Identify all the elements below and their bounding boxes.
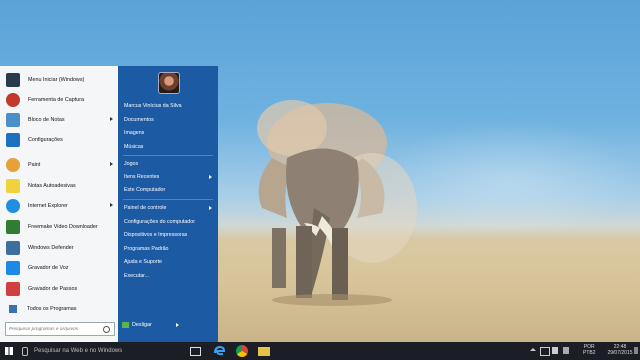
menu-this-computer[interactable]: Este Computador (124, 187, 165, 193)
chevron-right-icon[interactable] (110, 117, 113, 121)
menu-help-support[interactable]: Ajuda e Suporte (124, 259, 162, 265)
divider (123, 199, 213, 200)
search-icon[interactable] (103, 325, 110, 333)
chevron-right-icon[interactable] (110, 162, 113, 166)
elephant-image (257, 100, 417, 306)
shutdown-button[interactable]: Desligar (122, 322, 179, 328)
divider (123, 155, 213, 156)
menu-devices-printers[interactable]: Dispositivos e Impressoras (124, 232, 187, 238)
internet-explorer-icon (6, 199, 20, 213)
menu-item-paint[interactable]: Paint (0, 155, 118, 175)
menu-user-name[interactable]: Marcus Vinícius da Silva (124, 103, 182, 109)
menu-item-steps-recorder[interactable]: Gravador de Passos (0, 279, 118, 299)
menu-item-settings[interactable]: Configurações (0, 130, 118, 150)
microphone-icon (22, 346, 28, 356)
chevron-right-icon[interactable] (110, 203, 113, 207)
sticky-notes-icon (6, 179, 20, 193)
paint-icon (6, 158, 20, 172)
all-programs-icon (9, 305, 17, 313)
power-icon (122, 322, 129, 328)
windows-defender-icon (6, 241, 20, 255)
menu-item-start-windows[interactable]: Menu Iniciar (Windows) (0, 70, 118, 90)
language-indicator[interactable]: POR PTB2 (583, 344, 596, 356)
menu-control-panel[interactable]: Painel de controle (124, 205, 166, 211)
user-avatar[interactable] (158, 72, 180, 94)
menu-item-internet-explorer[interactable]: Internet Explorer (0, 196, 118, 216)
windows-start-icon[interactable] (5, 347, 13, 355)
file-explorer-icon[interactable] (258, 347, 270, 356)
taskbar: Pesquisar na Web e no Windows POR PTB2 2… (0, 342, 640, 360)
chevron-right-icon[interactable] (209, 206, 212, 210)
menu-item-sticky-notes[interactable]: Notas Autoadesivas (0, 176, 118, 196)
snipping-tool-icon (6, 93, 20, 107)
start-menu-programs-column: Menu Iniciar (Windows) Ferramenta de Cap… (0, 66, 118, 342)
notification-flag-icon[interactable] (563, 347, 569, 354)
menu-item-snipping-tool[interactable]: Ferramenta de Captura (0, 90, 118, 110)
freemake-icon (6, 220, 20, 234)
menu-item-notepad[interactable]: Bloco de Notas (0, 110, 118, 130)
action-center-icon[interactable] (634, 347, 638, 354)
start-windows-icon (6, 73, 20, 87)
menu-run[interactable]: Executar... (124, 273, 149, 279)
menu-documents[interactable]: Documentos (124, 117, 154, 123)
voice-recorder-icon (6, 261, 20, 275)
menu-pc-settings[interactable]: Configurações do computador (124, 219, 195, 225)
menu-recent-items[interactable]: Itens Recentes (124, 174, 159, 180)
menu-item-voice-recorder[interactable]: Gravador de Voz (0, 258, 118, 278)
settings-gear-icon (6, 133, 20, 147)
notepad-icon (6, 113, 20, 127)
menu-item-windows-defender[interactable]: Windows Defender (0, 238, 118, 258)
chrome-icon[interactable] (236, 345, 248, 357)
steps-recorder-icon (6, 282, 20, 296)
start-menu-places-column: Marcus Vinícius da Silva Documentos Imag… (118, 66, 218, 342)
search-programs-box[interactable] (5, 322, 115, 336)
edge-browser-icon[interactable] (213, 345, 226, 357)
menu-games[interactable]: Jogos (124, 161, 138, 167)
all-programs-button[interactable]: Todos os Programas (0, 302, 118, 316)
chevron-right-icon[interactable] (175, 323, 179, 327)
menu-images[interactable]: Imagens (124, 130, 144, 136)
task-view-icon[interactable] (190, 347, 201, 356)
taskbar-search-box[interactable]: Pesquisar na Web e no Windows (18, 342, 186, 360)
menu-default-programs[interactable]: Programas Padrão (124, 246, 168, 252)
menu-item-freemake[interactable]: Freemake Video Downloader (0, 217, 118, 237)
search-programs-input[interactable] (6, 324, 103, 334)
chevron-up-icon[interactable] (530, 348, 536, 351)
chevron-right-icon[interactable] (209, 175, 212, 179)
menu-music[interactable]: Músicas (124, 144, 143, 150)
clock[interactable]: 22:48 29/07/2015 (606, 344, 634, 356)
volume-icon[interactable] (552, 347, 558, 354)
network-icon[interactable] (540, 347, 550, 356)
start-menu: Menu Iniciar (Windows) Ferramenta de Cap… (0, 66, 218, 342)
